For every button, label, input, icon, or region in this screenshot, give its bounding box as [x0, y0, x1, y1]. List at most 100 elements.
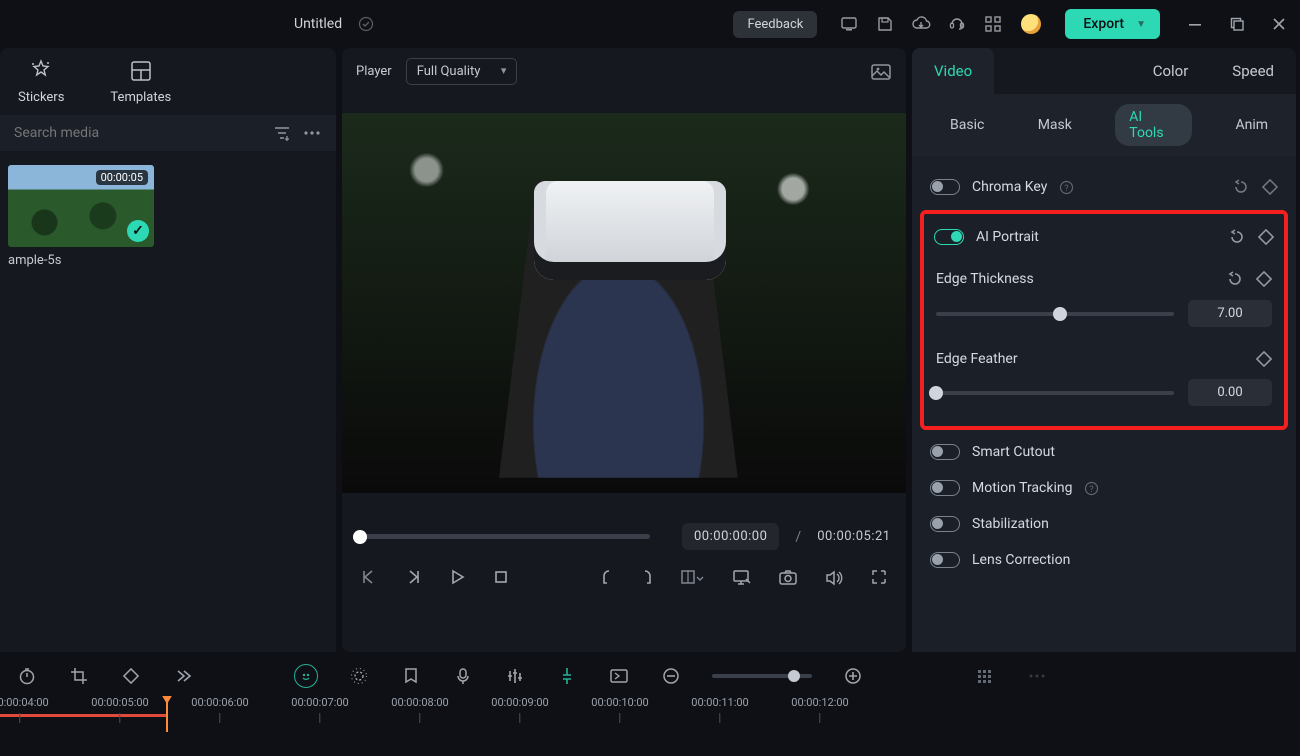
timeline-ruler[interactable]: 00:00:04:00 00:00:05:00 00:00:06:00 00:0…: [0, 696, 1300, 732]
tab-stickers[interactable]: Stickers: [18, 58, 64, 105]
edge-feather-label: Edge Feather: [936, 351, 1018, 367]
keyframe-icon[interactable]: [1256, 271, 1272, 287]
subtab-mask[interactable]: Mask: [1028, 112, 1082, 138]
help-icon[interactable]: ?: [1084, 481, 1099, 496]
ai-portrait-highlight: AI Portrait Edge Thickness: [920, 210, 1288, 430]
video-preview[interactable]: [342, 113, 906, 493]
player-label: Player: [356, 64, 392, 79]
total-time: 00:00:05:21: [817, 529, 890, 544]
aspect-menu-icon[interactable]: [680, 568, 706, 586]
edge-thickness-label: Edge Thickness: [936, 271, 1034, 287]
keyframe-tool-icon[interactable]: [120, 665, 142, 687]
filter-icon[interactable]: [272, 123, 292, 143]
save-icon[interactable]: [875, 14, 895, 34]
ruler-tick: 00:00:05:00: [91, 696, 148, 723]
mark-in-icon[interactable]: [600, 568, 614, 586]
marker-icon[interactable]: [400, 665, 422, 687]
subtab-animation[interactable]: Anim: [1225, 112, 1278, 138]
split-icon[interactable]: [556, 665, 578, 687]
prev-frame-icon[interactable]: [360, 568, 378, 586]
svg-text:?: ?: [1090, 485, 1094, 495]
quality-select[interactable]: Full Quality: [406, 58, 518, 85]
tab-templates-label: Templates: [110, 90, 171, 105]
export-button[interactable]: Export ▼: [1065, 9, 1160, 39]
zoom-slider[interactable]: [712, 674, 812, 678]
subtab-basic[interactable]: Basic: [940, 112, 994, 138]
clip-thumbnail: 00:00:05 ✓: [8, 165, 154, 247]
fullscreen-icon[interactable]: [870, 568, 888, 586]
tab-speed[interactable]: Speed: [1210, 48, 1296, 94]
search-input[interactable]: [14, 125, 262, 141]
cloud-icon[interactable]: [911, 14, 931, 34]
help-icon[interactable]: ?: [1059, 180, 1074, 195]
camera-snapshot-icon[interactable]: [778, 568, 798, 586]
chevron-down-icon: ▼: [1136, 19, 1146, 30]
zoom-in-icon[interactable]: [842, 665, 864, 687]
crop-icon[interactable]: [68, 665, 90, 687]
next-frame-icon[interactable]: [404, 568, 422, 586]
play-icon[interactable]: [448, 568, 466, 586]
more-icon[interactable]: [302, 123, 322, 143]
edge-thickness-value[interactable]: 7.00: [1188, 300, 1272, 327]
smart-cutout-toggle[interactable]: [930, 444, 960, 460]
current-time[interactable]: 00:00:00:00: [682, 523, 779, 550]
reset-icon[interactable]: [1226, 270, 1244, 288]
edge-feather-slider[interactable]: [936, 391, 1174, 395]
window-maximize-icon[interactable]: [1230, 17, 1244, 31]
playhead[interactable]: [166, 696, 168, 732]
timeline-panel: 00:00:04:00 00:00:05:00 00:00:06:00 00:0…: [0, 656, 1300, 756]
export-label: Export: [1083, 16, 1124, 32]
feedback-button[interactable]: Feedback: [733, 11, 817, 38]
media-clip[interactable]: 00:00:05 ✓ ample-5s: [8, 165, 154, 268]
chroma-key-row: Chroma Key ?: [928, 168, 1280, 206]
edge-thickness-slider[interactable]: [936, 312, 1174, 316]
media-search-row: [0, 115, 336, 151]
ai-portrait-toggle[interactable]: [934, 229, 964, 245]
ai-face-icon[interactable]: [294, 664, 318, 688]
window-minimize-icon[interactable]: [1188, 17, 1202, 31]
chroma-key-toggle[interactable]: [930, 179, 960, 195]
edge-feather-value[interactable]: 0.00: [1188, 379, 1272, 406]
tab-color[interactable]: Color: [1131, 48, 1211, 94]
group-icon[interactable]: [608, 665, 630, 687]
keyframe-icon[interactable]: [1262, 179, 1278, 195]
support-icon[interactable]: [947, 14, 967, 34]
ruler-tick: 00:00:04:00: [0, 696, 49, 723]
window-close-icon[interactable]: [1272, 17, 1286, 31]
volume-icon[interactable]: [824, 568, 844, 586]
effects-icon[interactable]: [348, 665, 370, 687]
tab-stickers-label: Stickers: [18, 90, 64, 105]
snapshot-gallery-icon[interactable]: [870, 62, 892, 82]
reset-icon[interactable]: [1232, 178, 1250, 196]
lens-correction-toggle[interactable]: [930, 552, 960, 568]
lens-correction-row: Lens Correction: [928, 542, 1280, 578]
apps-icon[interactable]: [983, 14, 1003, 34]
keyframe-icon[interactable]: [1256, 351, 1272, 367]
motion-tracking-toggle[interactable]: [930, 480, 960, 496]
ai-portrait-label: AI Portrait: [976, 229, 1039, 245]
zoom-out-icon[interactable]: [660, 665, 682, 687]
motion-tracking-row: Motion Tracking ?: [928, 470, 1280, 506]
mark-out-icon[interactable]: [640, 568, 654, 586]
more-tools-icon[interactable]: [172, 665, 194, 687]
audio-mixer-icon[interactable]: [504, 665, 526, 687]
seek-slider[interactable]: [360, 534, 650, 539]
track-layers-icon[interactable]: [974, 665, 996, 687]
sync-status-icon: [356, 14, 376, 34]
keyframe-icon[interactable]: [1258, 229, 1274, 245]
voiceover-icon[interactable]: [452, 665, 474, 687]
ruler-tick: 00:00:11:00: [691, 696, 748, 723]
stabilization-toggle[interactable]: [930, 516, 960, 532]
stopwatch-icon[interactable]: [16, 665, 38, 687]
subtab-ai-tools[interactable]: AI Tools: [1115, 104, 1192, 146]
reset-icon[interactable]: [1228, 228, 1246, 246]
tab-video[interactable]: Video: [912, 48, 994, 94]
timeline-settings-icon[interactable]: [1026, 665, 1048, 687]
lens-correction-label: Lens Correction: [972, 552, 1070, 568]
account-avatar-icon[interactable]: [1021, 14, 1041, 34]
ruler-tick: 00:00:06:00: [191, 696, 248, 723]
display-settings-icon[interactable]: [732, 568, 752, 586]
stop-icon[interactable]: [492, 568, 510, 586]
tab-templates[interactable]: Templates: [110, 58, 171, 105]
device-preview-icon[interactable]: [839, 14, 859, 34]
